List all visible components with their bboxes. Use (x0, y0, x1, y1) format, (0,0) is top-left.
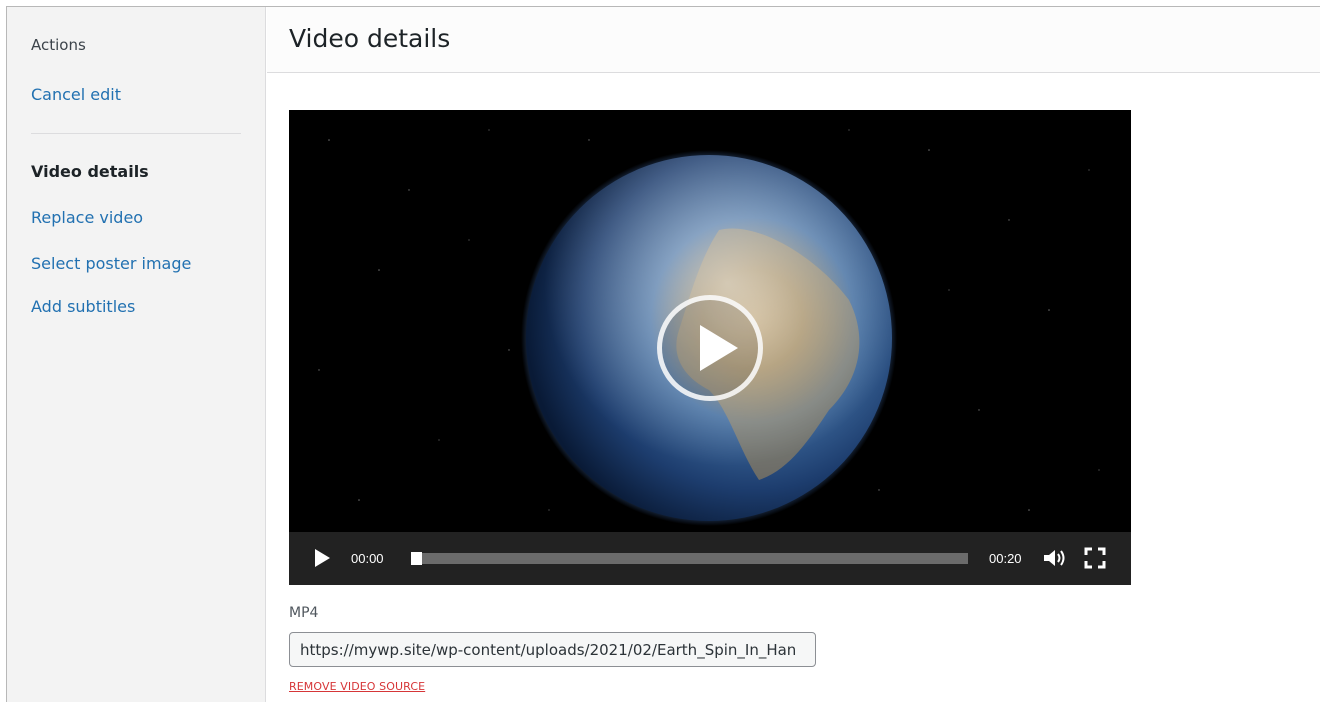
source-format-label: MP4 (289, 605, 319, 621)
fullscreen-icon[interactable] (1084, 547, 1106, 569)
select-poster-image-link[interactable]: Select poster image (31, 254, 191, 273)
progress-handle[interactable] (411, 552, 422, 565)
title-bar: Video details (267, 7, 1320, 73)
page-title: Video details (289, 24, 451, 53)
volume-icon[interactable] (1042, 547, 1068, 569)
big-play-button[interactable] (657, 295, 763, 401)
play-icon[interactable] (315, 549, 330, 567)
duration: 00:20 (989, 551, 1022, 566)
sidebar-item-video-details: Video details (31, 162, 149, 181)
progress-track[interactable] (411, 553, 968, 564)
current-time: 00:00 (351, 551, 384, 566)
video-player[interactable]: 00:00 00:20 (289, 110, 1131, 585)
media-modal: Actions Cancel edit Video details Replac… (6, 6, 1320, 702)
replace-video-link[interactable]: Replace video (31, 208, 143, 227)
sidebar-divider (31, 133, 241, 134)
add-subtitles-link[interactable]: Add subtitles (31, 297, 135, 316)
sidebar: Actions Cancel edit Video details Replac… (7, 7, 266, 702)
video-source-url-field[interactable] (289, 632, 816, 667)
player-controls: 00:00 00:20 (289, 532, 1131, 585)
main-panel: Video details 00:00 00:20 MP4 https://my… (267, 7, 1320, 702)
sidebar-heading: Actions (31, 36, 86, 54)
cancel-edit-link[interactable]: Cancel edit (31, 85, 121, 104)
remove-video-source-link[interactable]: REMOVE VIDEO SOURCE (289, 680, 425, 693)
